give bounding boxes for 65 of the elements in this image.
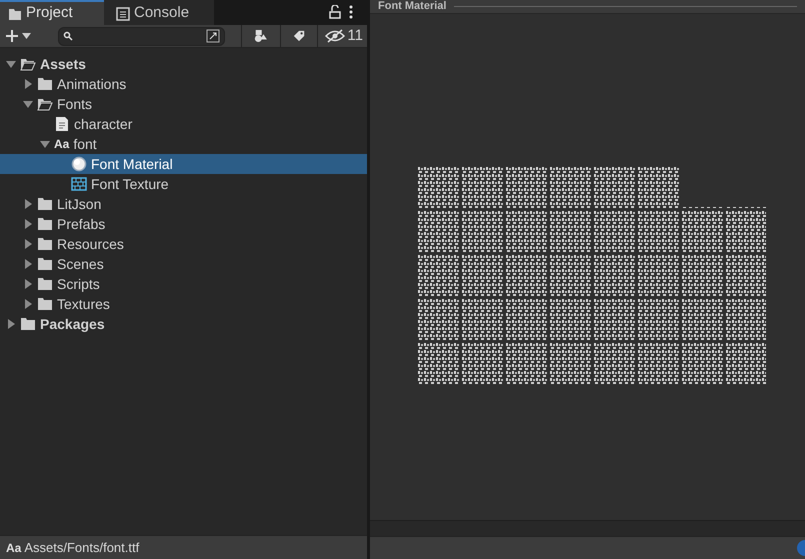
document-icon — [54, 116, 70, 132]
tree-item[interactable]: Scenes — [0, 254, 367, 274]
item-label: Font Material — [91, 154, 173, 174]
expanded-arrow-icon[interactable] — [23, 99, 33, 109]
list-icon — [116, 6, 130, 20]
tree-item[interactable]: LitJson — [0, 194, 367, 214]
expanded-arrow-icon[interactable] — [40, 139, 50, 149]
item-label: Scenes — [57, 254, 104, 274]
more-menu-icon[interactable] — [349, 5, 353, 19]
item-label: Assets — [40, 54, 86, 74]
item-label: Prefabs — [57, 214, 106, 234]
tag-icon[interactable] — [292, 29, 305, 43]
item-label: character — [74, 114, 132, 134]
tab[interactable]: Console — [104, 0, 214, 25]
texture-grid-icon — [71, 176, 87, 192]
item-label: Textures — [57, 294, 110, 314]
tree-item[interactable]: Prefabs — [0, 214, 367, 234]
crossed-eye-icon — [325, 29, 346, 43]
asset-path: Assets/Fonts/font.ttf — [24, 538, 140, 557]
preview-title: Font Material — [378, 1, 446, 12]
font-icon: Aa — [54, 135, 70, 153]
font-icon: Aa — [6, 538, 22, 556]
sphere-icon — [71, 156, 87, 172]
folder-icon — [37, 216, 53, 232]
tree-item[interactable]: Font Texture — [0, 174, 367, 194]
plus-icon — [4, 28, 20, 44]
tree-item[interactable]: Assets — [0, 54, 367, 74]
tree-item[interactable]: Font Material — [0, 154, 367, 174]
tree-item[interactable]: Fonts — [0, 94, 367, 114]
tree-item[interactable]: Resources — [0, 234, 367, 254]
folder-icon — [37, 196, 53, 212]
open-folder-icon — [20, 56, 36, 72]
expand-window-icon[interactable] — [206, 29, 220, 43]
lock-icon[interactable] — [329, 5, 341, 19]
item-label: Fonts — [57, 94, 92, 114]
item-label: LitJson — [57, 194, 102, 214]
tree-item[interactable]: Animations — [0, 74, 367, 94]
item-label: font — [73, 134, 97, 154]
tree-item[interactable]: Aa font — [0, 134, 367, 154]
item-label: Font Texture — [91, 174, 169, 194]
tree-item[interactable]: character — [0, 114, 367, 134]
caret-icon — [22, 33, 31, 39]
tree-item[interactable]: Packages — [0, 314, 367, 334]
tree-item[interactable]: Scripts — [0, 274, 367, 294]
tab[interactable]: Project — [0, 0, 104, 25]
shapes-icon[interactable] — [254, 28, 268, 44]
hidden-toggle-button[interactable]: 11 — [325, 24, 363, 48]
folder-icon — [37, 76, 53, 92]
folder-icon — [37, 256, 53, 272]
item-label: Resources — [57, 234, 124, 254]
folder-icon — [20, 316, 36, 332]
expanded-arrow-icon[interactable] — [6, 59, 16, 69]
round-handle — [797, 540, 805, 556]
item-label: Scripts — [57, 274, 100, 294]
open-folder-icon — [37, 96, 53, 112]
folder-icon — [37, 296, 53, 312]
folder-icon — [37, 236, 53, 252]
search-icon — [63, 31, 74, 41]
item-label: Animations — [57, 74, 126, 94]
tree-item[interactable]: Textures — [0, 294, 367, 314]
folder-icon — [37, 276, 53, 292]
item-label: Packages — [40, 314, 105, 334]
collapsed-arrow-icon[interactable] — [23, 79, 33, 89]
folder-icon — [8, 6, 22, 20]
search-field[interactable] — [58, 26, 226, 46]
